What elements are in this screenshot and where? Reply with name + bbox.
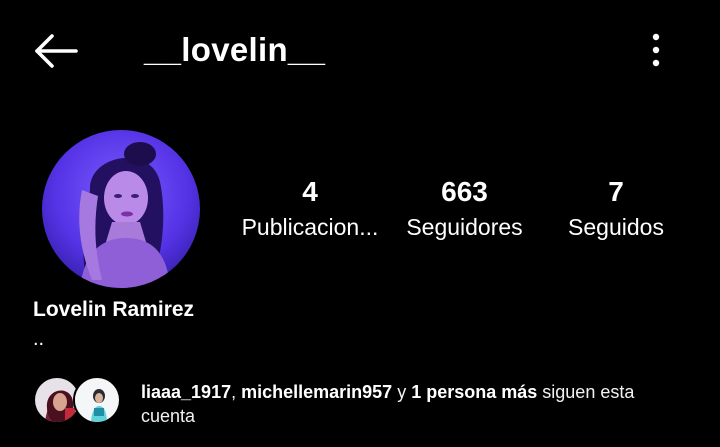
more-options-button[interactable] <box>636 28 676 72</box>
stat-following[interactable]: 7 Seguidos <box>554 172 678 242</box>
avatar-image <box>42 130 200 288</box>
stat-following-label: Seguidos <box>568 214 664 240</box>
arrow-left-icon <box>35 34 78 68</box>
follower-username-1[interactable]: liaaa_1917 <box>141 382 231 402</box>
more-vertical-icon <box>652 33 660 67</box>
followed-by-text: liaaa_1917, michellemarin957 y 1 persona… <box>141 380 691 428</box>
followed-by-conjunction: y <box>392 382 412 402</box>
follower-username-2[interactable]: michellemarin957 <box>241 382 392 402</box>
stat-followers[interactable]: 663 Seguidores <box>397 172 532 242</box>
stat-posts-value: 4 <box>302 176 318 207</box>
back-button[interactable] <box>28 28 84 74</box>
profile-username: __lovelin__ <box>144 31 326 68</box>
stat-followers-label: Seguidores <box>406 214 523 240</box>
stat-posts-label: Publicacion... <box>241 214 379 240</box>
profile-display-name: Lovelin Ramirez <box>33 298 195 321</box>
followed-by-separator: , <box>231 382 242 402</box>
stat-followers-value: 663 <box>441 176 488 207</box>
profile-stats: 4 Publicacion... 663 Seguidores 7 Seguid… <box>232 172 682 262</box>
stat-posts[interactable]: 4 Publicacion... <box>232 172 388 242</box>
followed-by-row[interactable]: liaaa_1917, michellemarin957 y 1 persona… <box>33 372 693 432</box>
stat-following-value: 7 <box>608 176 624 207</box>
profile-bio: .. <box>33 328 45 350</box>
profile-avatar[interactable] <box>42 130 200 288</box>
top-bar: __lovelin__ <box>0 0 720 100</box>
followed-by-more[interactable]: 1 persona más <box>411 382 537 402</box>
follower-avatar-2 <box>73 376 121 424</box>
follower-avatar-2-image <box>75 378 119 422</box>
